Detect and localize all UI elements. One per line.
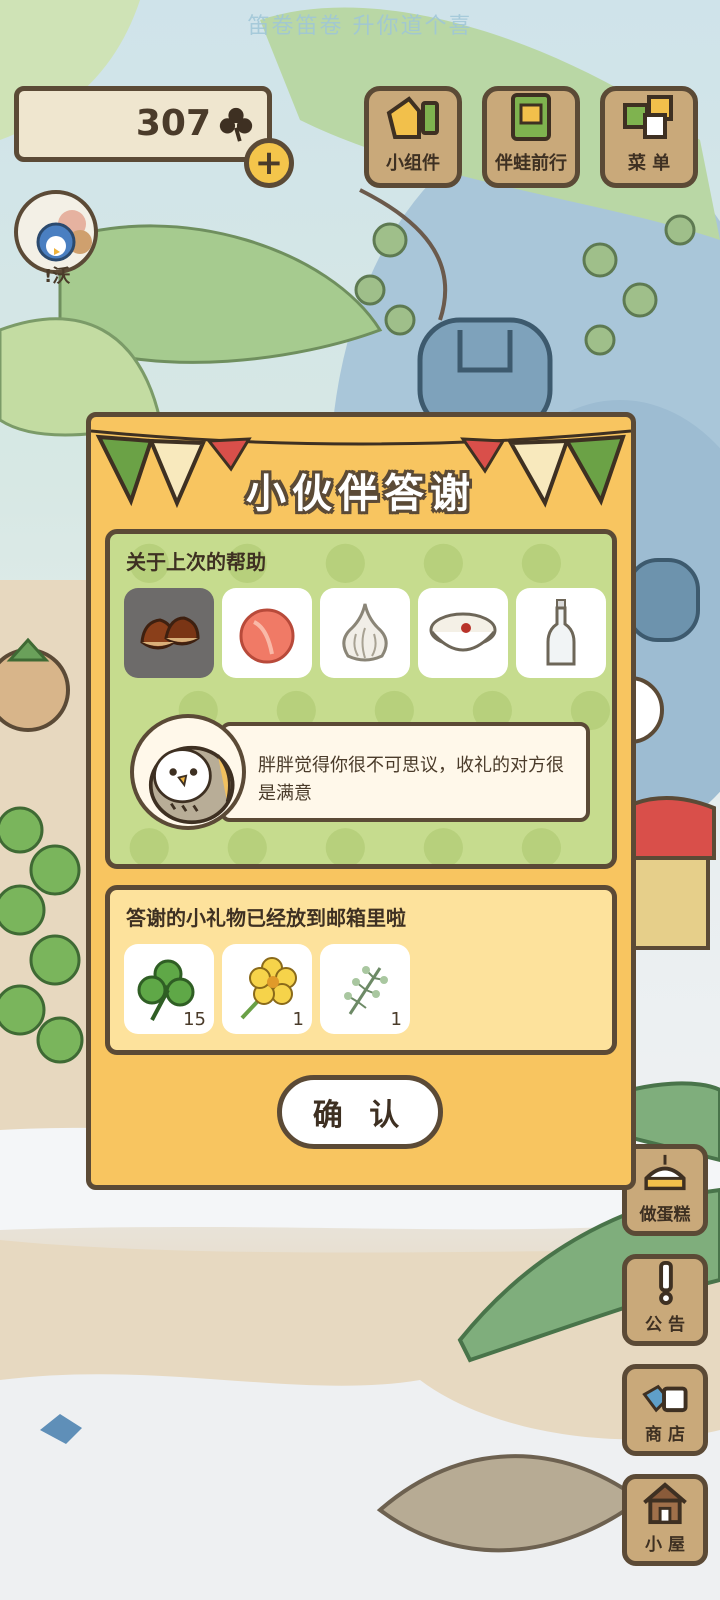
avatar-label: !沃 (44, 266, 71, 287)
travel-with-frog-button[interactable]: 伴蛙前行 (482, 86, 580, 188)
item-chestnut[interactable] (124, 588, 214, 678)
gift-row: 15 1 1 (124, 944, 410, 1034)
bottle-icon (546, 599, 576, 666)
clover-icon (219, 107, 253, 142)
widget-button[interactable]: 小组件 (364, 86, 462, 188)
herb-icon (344, 966, 388, 1015)
travel-with-frog-label: 伴蛙前行 (495, 153, 567, 174)
message-text: 胖胖觉得你很不可思议，收礼的对方很是满意 (258, 755, 564, 804)
house-button[interactable]: 小 屋 (622, 1474, 708, 1566)
add-clover-button[interactable]: + (244, 138, 294, 188)
bird-avatar (130, 714, 246, 830)
exclamation-icon (659, 1260, 673, 1306)
menu-button[interactable]: 菜 单 (600, 86, 698, 188)
dialog-title: 小伙伴答谢 (246, 471, 476, 517)
marquee-text: 笛卷笛卷 升你道个喜 (247, 14, 473, 39)
help-items-row (124, 588, 606, 678)
widget-label: 小组件 (386, 153, 440, 174)
gift-clover[interactable]: 15 (124, 944, 214, 1034)
item-bottle[interactable] (516, 588, 606, 678)
help-section-title: 关于上次的帮助 (126, 550, 266, 574)
menu-label: 菜 单 (627, 153, 671, 174)
help-section: 关于上次的帮助 胖胖觉得你很不可思议，收礼的对方很是满意 (105, 529, 617, 869)
make-cake-label: 做蛋糕 (639, 1205, 691, 1225)
owl-icon (148, 745, 235, 825)
gift-herb[interactable]: 1 (320, 944, 410, 1034)
shop-label: 商 店 (645, 1425, 685, 1445)
house-icon (643, 1482, 687, 1525)
clover-counter: 307 (14, 86, 272, 162)
notice-label: 公 告 (645, 1315, 685, 1335)
porridge-icon (429, 612, 497, 652)
gift-flower-count: 1 (292, 1009, 304, 1030)
house-label: 小 屋 (645, 1535, 685, 1555)
gift-section: 答谢的小礼物已经放到邮箱里啦 15 1 1 (105, 885, 617, 1055)
shop-button[interactable]: 商 店 (622, 1364, 708, 1456)
notice-button[interactable]: 公 告 (622, 1254, 708, 1346)
message-bubble: 胖胖觉得你很不可思议，收礼的对方很是满意 (220, 722, 590, 822)
peach-icon (239, 608, 295, 664)
album-icon (511, 93, 551, 141)
cake-icon (644, 1154, 686, 1191)
menu-icon (623, 95, 673, 139)
garlic-icon (342, 603, 388, 662)
chestnut-icon (140, 616, 200, 650)
item-porridge[interactable] (418, 588, 508, 678)
gift-clover-count: 15 (183, 1009, 206, 1030)
friend-thanks-dialog: 小伙伴答谢 关于上次的帮助 胖胖觉得你很不可思议，收礼的对方很是满意 答谢的小礼… (86, 412, 636, 1190)
gift-herb-count: 1 (390, 1009, 402, 1030)
gift-section-title: 答谢的小礼物已经放到邮箱里啦 (126, 906, 406, 930)
clover-amount: 307 (135, 103, 211, 144)
gift-flower[interactable]: 1 (222, 944, 312, 1034)
widget-icon (386, 96, 439, 139)
item-peach[interactable] (222, 588, 312, 678)
item-garlic[interactable] (320, 588, 410, 678)
confirm-button[interactable]: 确 认 (277, 1075, 443, 1149)
flower-icon (240, 957, 297, 1020)
shop-bag-icon (642, 1384, 688, 1413)
